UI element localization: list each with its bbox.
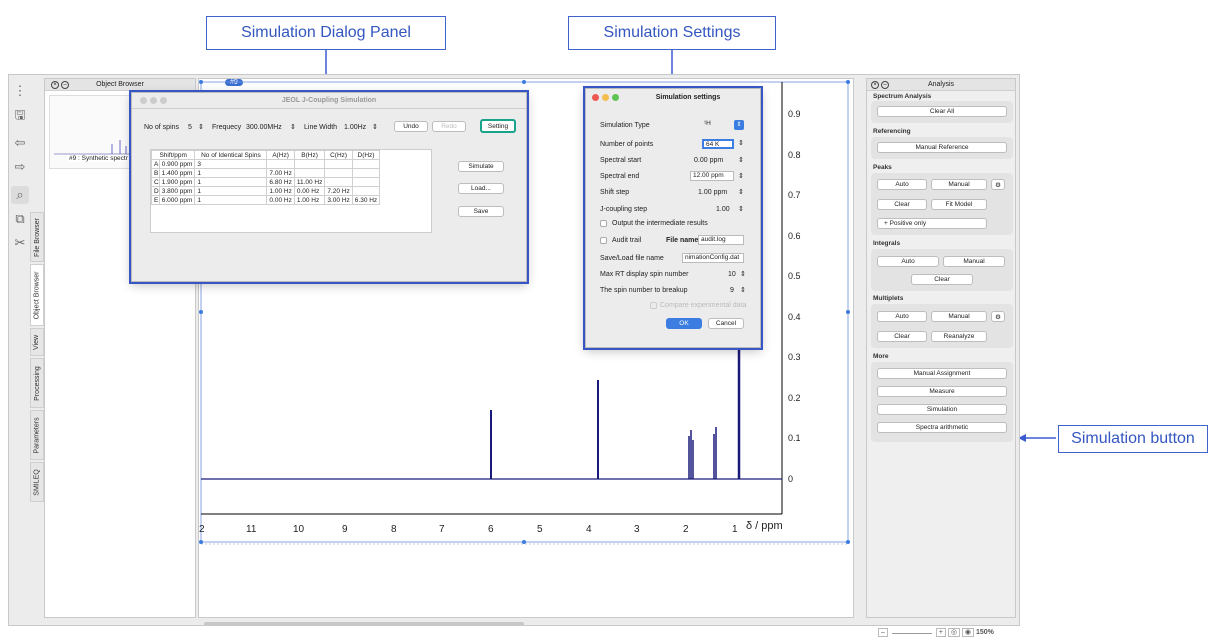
reanalyze-button[interactable]: Reanalyze: [931, 331, 987, 342]
zoom-out-icon[interactable]: –: [878, 628, 888, 637]
spectra-arithmetic-button[interactable]: Spectra arithmetic: [877, 422, 1007, 433]
left-toolbar: ⋮ 🖫 ⇦ ⇨ ⌕ ⧉ ✂: [8, 78, 32, 328]
tab-file-browser[interactable]: File Browser: [30, 212, 44, 262]
gear-icon[interactable]: ⚙: [991, 311, 1005, 322]
y-tick-label: 0.7: [788, 190, 801, 201]
measure-button[interactable]: Measure: [877, 386, 1007, 397]
tab-processing[interactable]: Processing: [30, 358, 44, 408]
zoom-in-icon[interactable]: +: [935, 628, 946, 637]
peaks-auto-button[interactable]: Auto: [877, 179, 927, 190]
gear-icon[interactable]: ⚙: [991, 179, 1005, 190]
horizontal-scrollbar[interactable]: [204, 622, 524, 626]
tab-label: File Browser: [33, 217, 41, 257]
tab-label: Parameters: [33, 416, 41, 454]
positive-only-select[interactable]: + Positive only: [877, 218, 987, 229]
object-item[interactable]: #9 : Synthetic spectr: [67, 155, 130, 162]
y-tick-label: 0.6: [788, 230, 801, 241]
x-tick-label: 9: [342, 524, 348, 535]
y-tick-label: 0.1: [788, 433, 801, 444]
x-tick-label: 5: [537, 524, 543, 535]
y-tick-label: 0.8: [788, 149, 801, 160]
undo-icon[interactable]: ⇦: [11, 134, 29, 152]
manual-assignment-button[interactable]: Manual Assignment: [877, 368, 1007, 379]
object-browser-title: Object Browser: [96, 81, 144, 88]
zoom-fit-icon[interactable]: ◎: [947, 628, 960, 637]
multiplets-auto-button[interactable]: Auto: [877, 311, 927, 322]
x-tick-label: 11: [246, 524, 257, 535]
zoom-level: 150%: [975, 629, 994, 636]
vertical-tabs: File Browser Object Browser View Process…: [30, 212, 44, 502]
integrals-clear-button[interactable]: Clear: [911, 274, 973, 285]
section-more: More: [873, 353, 889, 360]
zoom-region-icon[interactable]: ⧉: [11, 210, 29, 228]
tab-label: SMILEQ: [33, 468, 41, 496]
save-icon[interactable]: 🖫: [11, 107, 29, 126]
x-axis-label: δ / ppm: [746, 520, 783, 532]
x-tick-label: 4: [586, 524, 592, 535]
x-tick-label: 10: [293, 524, 305, 535]
tab-view[interactable]: View: [30, 328, 44, 356]
analysis-panel: × – Analysis Spectrum Analysis Clear All…: [866, 78, 1016, 618]
y-tick-label: 0.9: [788, 109, 801, 119]
tab-parameters[interactable]: Parameters: [30, 410, 44, 460]
section-peaks: Peaks: [873, 164, 892, 171]
minimize-icon[interactable]: –: [61, 81, 69, 89]
tab-label: View: [33, 334, 41, 350]
close-icon[interactable]: ×: [871, 81, 879, 89]
multiplets-manual-button[interactable]: Manual: [931, 311, 987, 322]
multiplets-clear-button[interactable]: Clear: [877, 331, 927, 342]
more-vertical-icon[interactable]: ⋮: [11, 82, 29, 100]
x-tick-label: 2: [199, 524, 205, 535]
y-tick-label: 0.2: [788, 392, 801, 403]
section-integrals: Integrals: [873, 240, 901, 247]
manual-reference-button[interactable]: Manual Reference: [877, 142, 1007, 153]
x-tick-label: 2: [683, 524, 689, 535]
x-tick-label: 1: [732, 524, 738, 535]
zoom-slider[interactable]: [891, 633, 932, 634]
tab-smileq[interactable]: SMILEQ: [30, 462, 44, 502]
x-tick-label: 8: [391, 524, 397, 535]
y-tick-label: 0.5: [788, 271, 801, 282]
section-referencing: Referencing: [873, 128, 911, 135]
zoom-reset-icon[interactable]: ◉: [961, 628, 975, 637]
simulation-button[interactable]: Simulation: [877, 404, 1007, 415]
scissors-icon[interactable]: ✂: [11, 234, 29, 252]
y-tick-label: 0.3: [788, 352, 801, 363]
tab-label: Processing: [33, 365, 41, 401]
clear-all-button[interactable]: Clear All: [877, 106, 1007, 117]
settings-highlight: [583, 86, 763, 350]
dialog-highlight: [129, 90, 529, 284]
x-tick-label: 7: [439, 524, 445, 535]
tab-object-browser[interactable]: Object Browser: [30, 264, 44, 326]
tab-label: Object Browser: [33, 271, 41, 319]
y-tick-label: 0.4: [788, 311, 801, 322]
redo-icon[interactable]: ⇨: [11, 158, 29, 176]
analysis-title: Analysis: [927, 81, 955, 88]
zoom-controls: – + ◎ ◉ 150%: [878, 628, 994, 637]
section-multiplets: Multiplets: [873, 295, 904, 302]
y-tick-label: 0: [788, 474, 794, 484]
zoom-icon[interactable]: ⌕: [11, 186, 29, 204]
peaks-manual-button[interactable]: Manual: [931, 179, 987, 190]
x-tick-label: 3: [634, 524, 640, 535]
integrals-manual-button[interactable]: Manual: [943, 256, 1005, 267]
peaks-clear-button[interactable]: Clear: [877, 199, 927, 210]
close-icon[interactable]: ×: [51, 81, 59, 89]
analysis-header: × – Analysis: [867, 79, 1015, 91]
x-tick-label: 6: [488, 524, 494, 535]
fit-model-button[interactable]: Fit Model: [931, 199, 987, 210]
section-spectrum-analysis: Spectrum Analysis: [873, 93, 932, 100]
minimize-icon[interactable]: –: [881, 81, 889, 89]
integrals-auto-button[interactable]: Auto: [877, 256, 939, 267]
